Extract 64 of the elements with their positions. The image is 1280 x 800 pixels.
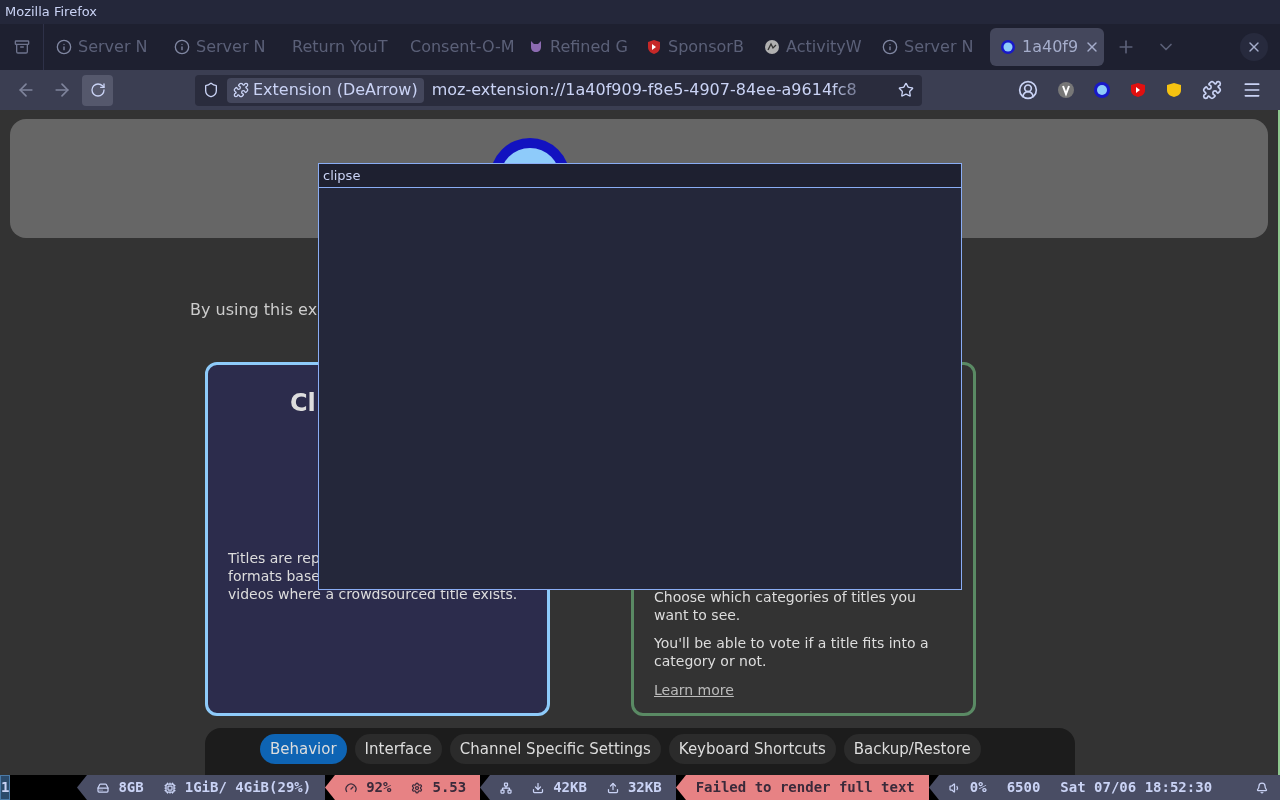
learn-more-link[interactable]: Learn more — [654, 680, 734, 701]
network-icon — [500, 781, 513, 794]
reload-icon — [89, 82, 106, 98]
settings-tab[interactable]: Interface — [354, 734, 442, 764]
info-icon — [56, 39, 72, 55]
browser-tab[interactable]: Consent-O-M — [400, 28, 514, 66]
settings-tab[interactable]: Keyboard Shortcuts — [668, 734, 836, 764]
browser-tab[interactable]: Server N — [872, 28, 986, 66]
speaker-icon — [948, 781, 961, 794]
bell-icon — [1255, 781, 1268, 794]
workspace-indicator[interactable]: 1 — [0, 775, 11, 800]
browser-tab[interactable]: Server N — [46, 28, 160, 66]
card-text: Choose which categories of titles you want to see. — [654, 588, 917, 624]
shield-icon[interactable] — [203, 82, 219, 98]
browser-tab[interactable]: 1a40f9 — [990, 28, 1104, 66]
status-text: Failed to render full text — [695, 778, 915, 797]
extensions-icon[interactable] — [1202, 80, 1222, 100]
browser-tab[interactable]: Server N — [164, 28, 278, 66]
settings-tab[interactable]: Channel Specific Settings — [449, 734, 661, 764]
target-icon — [1000, 39, 1016, 55]
info-icon — [174, 39, 190, 55]
gear-icon — [411, 781, 424, 794]
info-icon — [882, 39, 898, 55]
reload-button[interactable] — [82, 74, 113, 106]
puzzle-icon — [233, 82, 249, 98]
popup-title: clipse — [323, 166, 361, 185]
browser-tab[interactable]: Refined G — [518, 28, 632, 66]
download-icon — [532, 781, 545, 794]
shield-badge-icon[interactable] — [1166, 82, 1182, 98]
v-badge-icon[interactable] — [1058, 82, 1074, 98]
menu-icon[interactable] — [1242, 80, 1262, 100]
card-text: You'll be able to vote if a title fits into a category or not. — [654, 634, 930, 670]
card-text: formats base — [228, 567, 321, 585]
account-icon[interactable] — [1018, 80, 1038, 100]
status-text: 42KB — [553, 778, 587, 797]
shield-icon — [646, 39, 662, 55]
target-icon[interactable] — [1094, 82, 1110, 98]
status-text: 5.53 — [432, 778, 467, 797]
tab-tray-icon[interactable] — [13, 39, 30, 55]
status-text: 8GB — [118, 778, 144, 797]
status-text: 6500 — [1006, 778, 1041, 797]
browser-tab[interactable]: Return YouT — [282, 28, 396, 66]
play-shield-icon[interactable] — [1130, 82, 1146, 98]
settings-tab[interactable]: Behavior — [260, 734, 347, 764]
circle-logo-icon — [764, 39, 780, 55]
identity-chip[interactable]: Extension (DeArrow) — [227, 77, 424, 103]
upload-icon — [606, 781, 619, 794]
chip-icon — [163, 781, 176, 794]
url-text: moz-extension://1a40f909-f8e5-4907-84ee-a9614fc8 — [431, 79, 858, 101]
status-text: 1GiB/ 4GiB(29%) — [184, 778, 312, 797]
cat-icon — [528, 39, 544, 55]
window-title: Mozilla Firefox — [5, 3, 97, 22]
card-title: Cl — [290, 388, 317, 419]
status-text: Sat 07/06 18:52:30 — [1060, 778, 1213, 797]
browser-tab[interactable]: ActivityW — [754, 28, 868, 66]
url-bar[interactable]: Extension (DeArrow) moz-extension://1a40f909-f8e5-4907-84ee-a9614fc8 — [195, 74, 922, 106]
notice-text: By using this ex — [190, 299, 319, 321]
status-text: 0% — [969, 778, 987, 797]
gauge-icon — [345, 781, 358, 794]
browser-tab[interactable]: SponsorB — [636, 28, 750, 66]
status-text: 92% — [366, 778, 392, 797]
settings-tab[interactable]: Backup/Restore — [843, 734, 981, 764]
status-text: 32KB — [627, 778, 662, 797]
bookmark-star-icon[interactable] — [898, 82, 914, 98]
